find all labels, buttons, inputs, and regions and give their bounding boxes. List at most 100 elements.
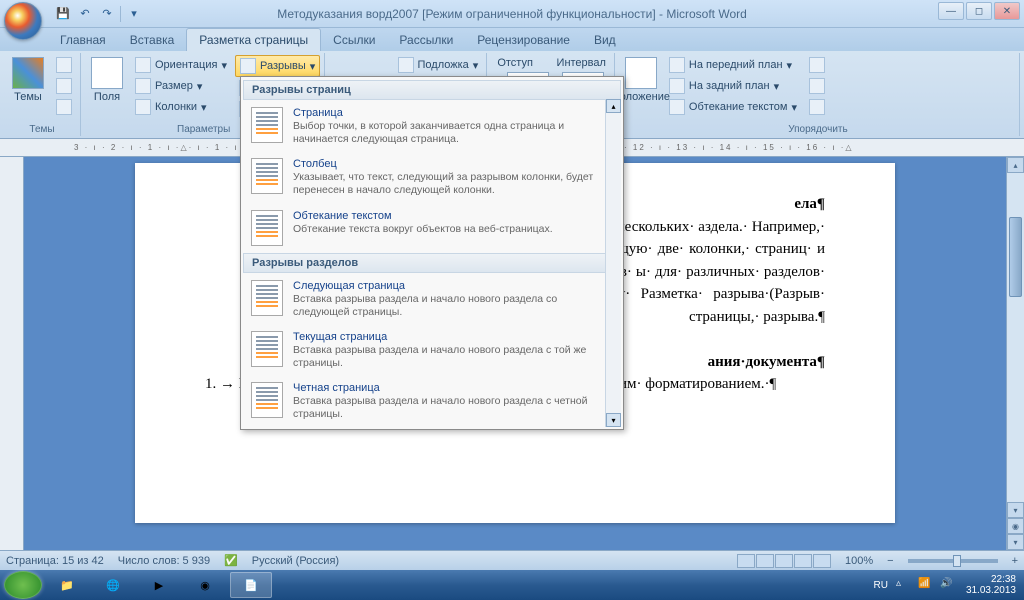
save-icon[interactable]: 💾: [54, 5, 72, 23]
status-bar: Страница: 15 из 42 Число слов: 5 939 ✅ Р…: [0, 550, 1024, 570]
fonts-icon: [56, 78, 72, 94]
clock[interactable]: 22:38 31.03.2013: [962, 574, 1020, 596]
tab-references[interactable]: Ссылки: [321, 29, 387, 51]
minimize-button[interactable]: —: [938, 2, 964, 20]
menu-item-next-page[interactable]: Следующая страницаВставка разрыва раздел…: [243, 274, 621, 325]
windows-taskbar: 📁 🌐 ▶ ◉ 📄 RU ▵ 📶 🔊 22:38 31.03.2013: [0, 570, 1024, 600]
tab-insert[interactable]: Вставка: [118, 29, 187, 51]
effects-icon: [56, 99, 72, 115]
prev-page-icon[interactable]: ◉: [1007, 518, 1024, 534]
menu-item-even-page[interactable]: Четная страницаВставка разрыва раздела и…: [243, 376, 621, 427]
menu-item-text-wrap-break[interactable]: Обтекание текстомОбтекание текста вокруг…: [243, 204, 621, 252]
task-explorer[interactable]: 📁: [46, 572, 88, 598]
next-page-break-icon: [251, 280, 283, 316]
menu-item-continuous[interactable]: Текущая страницаВставка разрыва раздела …: [243, 325, 621, 376]
word-count[interactable]: Число слов: 5 939: [118, 555, 210, 567]
system-tray: RU ▵ 📶 🔊 22:38 31.03.2013: [873, 574, 1020, 596]
group-label: Темы: [8, 123, 76, 136]
undo-icon[interactable]: ↶: [76, 5, 94, 23]
vertical-scrollbar[interactable]: ▴ ▾ ◉ ▾: [1006, 157, 1024, 550]
tab-review[interactable]: Рецензирование: [465, 29, 582, 51]
theme-colors-button[interactable]: [52, 55, 76, 75]
scroll-up-icon[interactable]: ▴: [1007, 157, 1024, 173]
outline-view-button[interactable]: [794, 554, 812, 568]
vertical-ruler[interactable]: [0, 157, 24, 550]
zoom-value[interactable]: 100%: [845, 555, 873, 567]
orientation-button[interactable]: Ориентация▾: [131, 55, 231, 75]
next-page-icon[interactable]: ▾: [1007, 534, 1024, 550]
task-ie[interactable]: 🌐: [92, 572, 134, 598]
breaks-icon: [240, 58, 256, 74]
zoom-in-button[interactable]: +: [1012, 555, 1018, 567]
breaks-button[interactable]: Разрывы▾: [235, 55, 320, 77]
chevron-down-icon: ▾: [787, 59, 793, 72]
scroll-up-icon[interactable]: ▴: [606, 99, 621, 113]
tab-view[interactable]: Вид: [582, 29, 628, 51]
tray-network-icon[interactable]: 📶: [918, 578, 932, 592]
tab-home[interactable]: Главная: [48, 29, 118, 51]
watermark-button[interactable]: Подложка▾: [394, 55, 483, 75]
zoom-slider[interactable]: [908, 559, 998, 563]
menu-item-page-break[interactable]: СтраницаВыбор точки, в которой заканчива…: [243, 101, 621, 152]
page-indicator[interactable]: Страница: 15 из 42: [6, 555, 104, 567]
margins-button[interactable]: Поля: [87, 55, 127, 105]
theme-effects-button[interactable]: [52, 97, 76, 117]
task-chrome[interactable]: ◉: [184, 572, 226, 598]
draft-view-button[interactable]: [813, 554, 831, 568]
group-button[interactable]: [805, 76, 829, 96]
group-themes: Темы Темы: [4, 53, 81, 136]
window-title: Методуказания ворд2007 [Режим ограниченн…: [277, 7, 747, 21]
language-indicator[interactable]: Русский (Россия): [252, 555, 339, 567]
ribbon-tabs: Главная Вставка Разметка страницы Ссылки…: [0, 28, 1024, 51]
tab-page-layout[interactable]: Разметка страницы: [186, 28, 321, 51]
title-bar: 💾 ↶ ↷ ▾ Методуказания ворд2007 [Режим ог…: [0, 0, 1024, 28]
tab-mailings[interactable]: Рассылки: [387, 29, 465, 51]
full-screen-view-button[interactable]: [756, 554, 774, 568]
scroll-thumb[interactable]: [1009, 217, 1022, 297]
send-back-button[interactable]: На задний план▾: [665, 76, 801, 96]
position-button[interactable]: Положение: [621, 55, 661, 105]
close-button[interactable]: ✕: [994, 2, 1020, 20]
redo-icon[interactable]: ↷: [98, 5, 116, 23]
columns-button[interactable]: Колонки▾: [131, 97, 231, 117]
maximize-button[interactable]: ◻: [966, 2, 992, 20]
watermark-icon: [398, 57, 414, 73]
group-arrange: Положение На передний план▾ На задний пл…: [617, 53, 1020, 136]
tray-flag-icon[interactable]: ▵: [896, 578, 910, 592]
language-bar[interactable]: RU: [873, 580, 887, 591]
window-controls: — ◻ ✕: [938, 2, 1020, 20]
qat-customize-icon[interactable]: ▾: [125, 5, 143, 23]
start-button[interactable]: [4, 571, 42, 599]
quick-access-toolbar: 💾 ↶ ↷ ▾: [54, 5, 143, 23]
zoom-out-button[interactable]: −: [887, 555, 893, 567]
scroll-down-icon[interactable]: ▾: [1007, 502, 1024, 518]
menu-scrollbar[interactable]: ▴ ▾: [605, 99, 621, 427]
zoom-slider-handle[interactable]: [953, 555, 961, 567]
themes-button[interactable]: Темы: [8, 55, 48, 105]
align-button[interactable]: [805, 55, 829, 75]
task-media[interactable]: ▶: [138, 572, 180, 598]
chevron-down-icon: ▾: [221, 59, 227, 72]
themes-icon: [12, 57, 44, 89]
chevron-down-icon: ▾: [473, 59, 479, 72]
task-word[interactable]: 📄: [230, 572, 272, 598]
tray-volume-icon[interactable]: 🔊: [940, 578, 954, 592]
bring-front-icon: [669, 57, 685, 73]
size-button[interactable]: Размер▾: [131, 76, 231, 96]
theme-fonts-button[interactable]: [52, 76, 76, 96]
text-wrap-break-icon: [251, 210, 283, 246]
menu-item-column-break[interactable]: СтолбецУказывает, что текст, следующий з…: [243, 152, 621, 203]
orientation-icon: [135, 57, 151, 73]
print-layout-view-button[interactable]: [737, 554, 755, 568]
bring-front-button[interactable]: На передний план▾: [665, 55, 801, 75]
chevron-down-icon: ▾: [774, 80, 780, 93]
office-button[interactable]: [4, 2, 42, 40]
text-wrap-button[interactable]: Обтекание текстом▾: [665, 97, 801, 117]
web-layout-view-button[interactable]: [775, 554, 793, 568]
breaks-dropdown-menu: Разрывы страниц СтраницаВыбор точки, в к…: [240, 76, 624, 430]
scroll-down-icon[interactable]: ▾: [606, 413, 621, 427]
group-icon: [809, 78, 825, 94]
rotate-button[interactable]: [805, 97, 829, 117]
chevron-down-icon: ▾: [201, 101, 207, 114]
proofing-icon[interactable]: ✅: [224, 554, 238, 567]
